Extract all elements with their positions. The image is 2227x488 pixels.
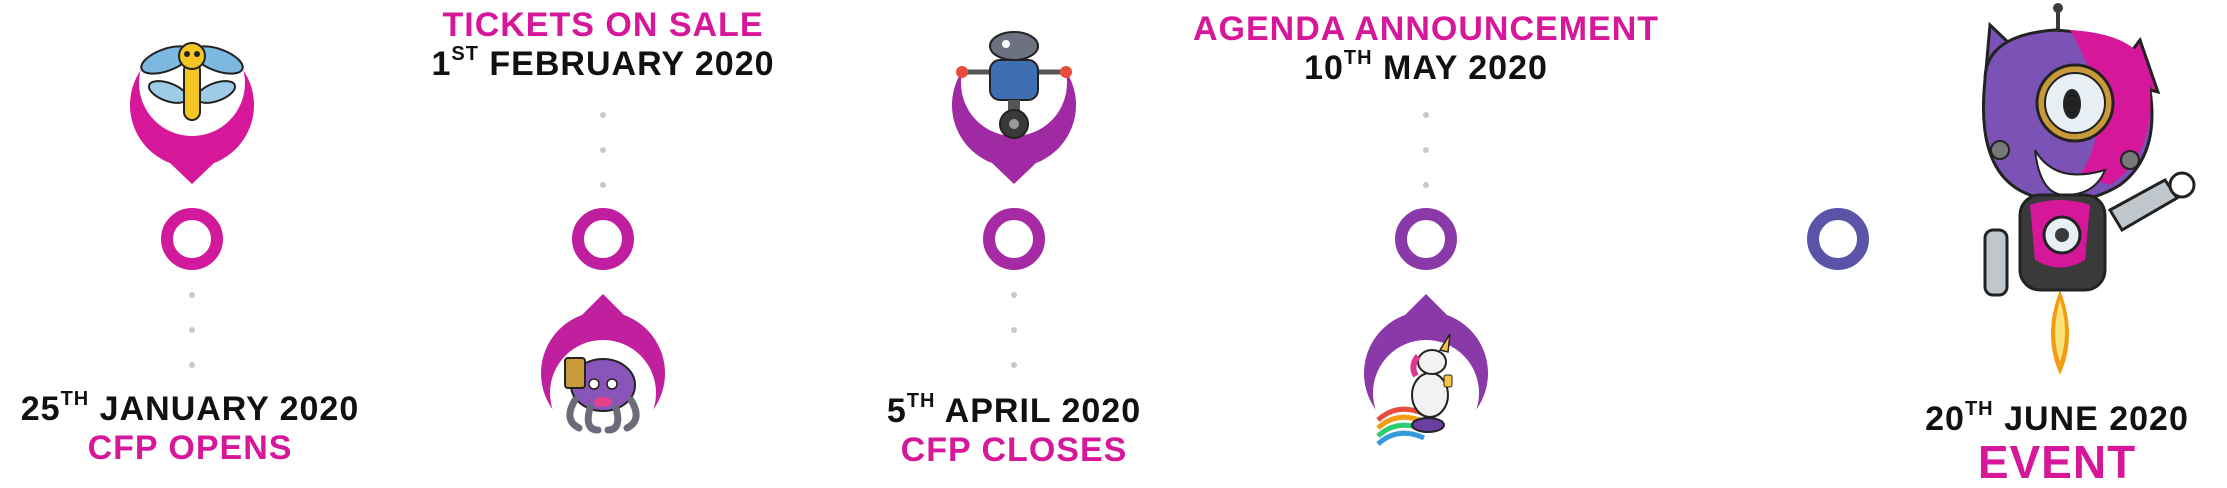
pin-cfp-opens [130, 30, 254, 184]
milestone-date: 1ST FEBRUARY 2020 [431, 43, 775, 83]
node-agenda-announcement [1395, 208, 1457, 270]
node-tickets-on-sale [572, 208, 634, 270]
milestone-date: 20TH JUNE 2020 [1925, 398, 2189, 438]
pin-agenda-announcement [1364, 294, 1488, 446]
milestone-date: 25TH JANUARY 2020 [20, 388, 360, 428]
milestone-title: EVENT [1977, 436, 2137, 488]
cat-robot-icon [1981, 3, 2196, 375]
milestone-title: AGENDA ANNOUNCEMENT [1192, 10, 1660, 48]
milestone-title: CFP OPENS [87, 429, 293, 467]
milestone-event-label: 20TH JUNE 2020 EVENT [1892, 398, 2222, 488]
node-event [1807, 208, 1869, 270]
milestone-title: CFP CLOSES [900, 431, 1128, 469]
milestone-cfp-opens-label: 25TH JANUARY 2020 CFP OPENS [2, 388, 378, 468]
milestone-tickets-on-sale-label: TICKETS ON SALE 1ST FEBRUARY 2020 [415, 6, 791, 84]
pin-tickets-on-sale [541, 294, 665, 446]
milestone-date: 10TH MAY 2020 [1304, 47, 1548, 87]
node-cfp-opens [161, 208, 223, 270]
milestone-date: 5TH APRIL 2020 [886, 390, 1142, 430]
node-cfp-closes [983, 208, 1045, 270]
milestone-agenda-announcement-label: AGENDA ANNOUNCEMENT 10TH MAY 2020 [1166, 10, 1686, 88]
milestone-cfp-closes-label: 5TH APRIL 2020 CFP CLOSES [826, 390, 1202, 470]
pin-cfp-closes [952, 30, 1076, 185]
milestone-title: TICKETS ON SALE [442, 6, 764, 44]
